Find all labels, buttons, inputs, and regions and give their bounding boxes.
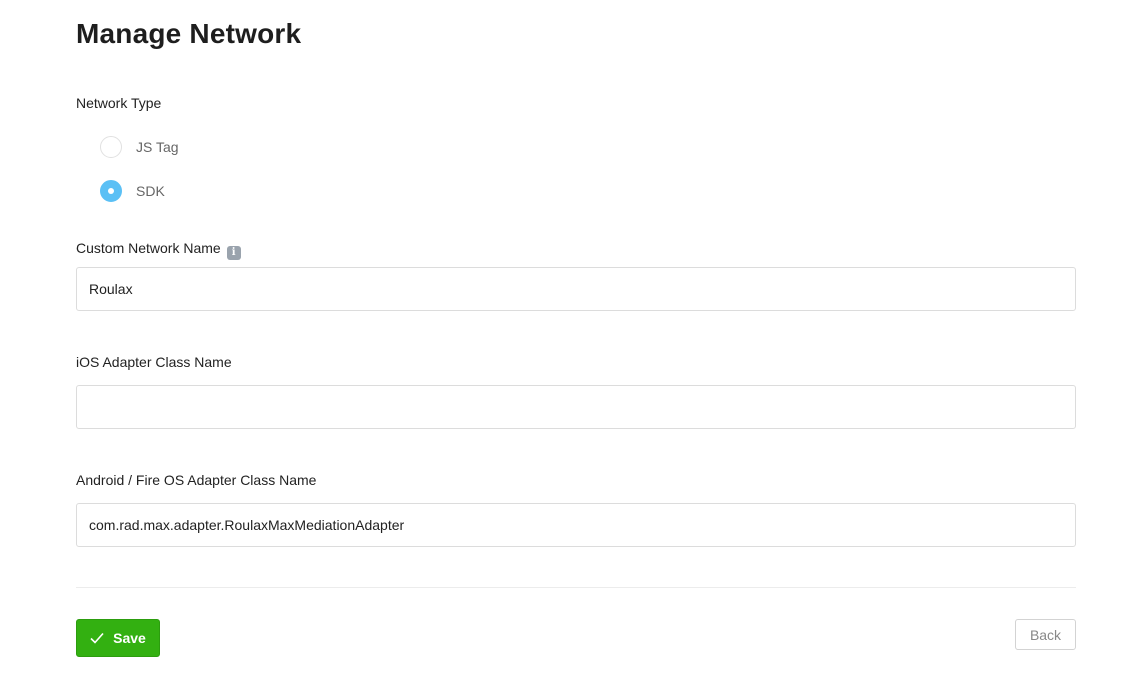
android-adapter-label: Android / Fire OS Adapter Class Name xyxy=(76,472,317,488)
android-adapter-input[interactable] xyxy=(76,503,1076,547)
radio-js-tag-label: JS Tag xyxy=(136,139,179,155)
info-icon[interactable]: i xyxy=(226,245,241,260)
form-divider xyxy=(76,587,1076,588)
custom-network-name-label-text: Custom Network Name xyxy=(76,240,221,256)
ios-adapter-input[interactable] xyxy=(76,385,1076,429)
custom-network-name-input[interactable] xyxy=(76,267,1076,311)
save-button[interactable]: Save xyxy=(76,619,160,657)
radio-button-unchecked[interactable] xyxy=(100,136,122,158)
manage-network-page: Manage Network Network Type JS Tag SDK C… xyxy=(0,0,1133,691)
ios-adapter-label: iOS Adapter Class Name xyxy=(76,354,232,370)
back-button-label: Back xyxy=(1029,626,1062,643)
custom-network-name-label: Custom Network Name i xyxy=(76,240,241,260)
radio-sdk[interactable]: SDK xyxy=(100,180,165,202)
checkmark-icon xyxy=(90,632,104,644)
radio-sdk-label: SDK xyxy=(136,183,165,199)
page-title: Manage Network xyxy=(76,18,302,49)
network-type-label: Network Type xyxy=(76,95,162,111)
save-button-label: Save xyxy=(113,630,146,646)
radio-button-checked[interactable] xyxy=(100,180,122,202)
back-button[interactable]: Back xyxy=(1015,619,1076,650)
radio-js-tag[interactable]: JS Tag xyxy=(100,136,179,158)
